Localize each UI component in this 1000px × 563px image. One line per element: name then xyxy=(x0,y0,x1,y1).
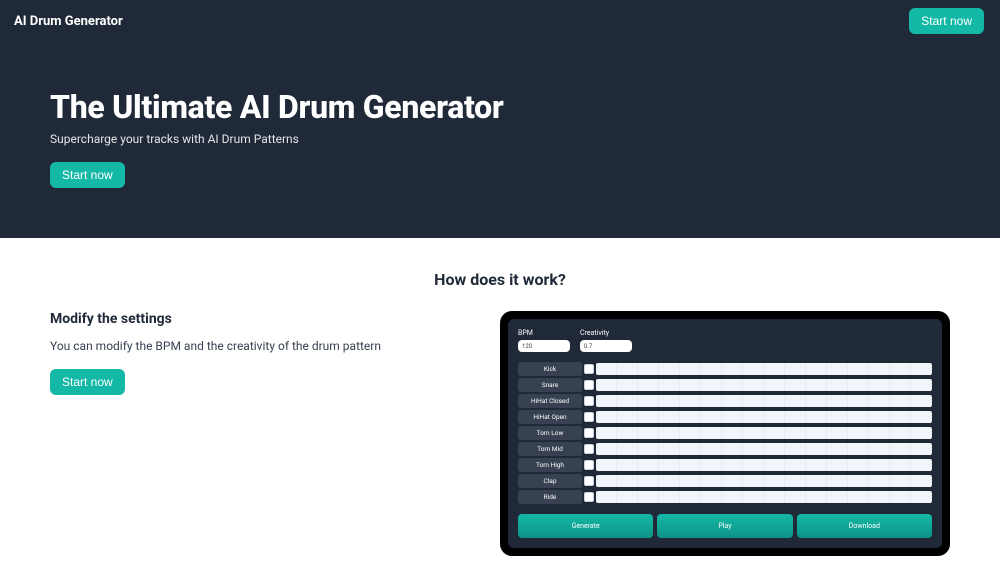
mock-grid xyxy=(584,362,932,504)
mock-bpm-input[interactable]: 120 xyxy=(518,340,570,352)
track-label[interactable]: Kick xyxy=(518,362,582,376)
brand-title: AI Drum Generator xyxy=(14,14,123,29)
track-checkbox[interactable] xyxy=(584,380,594,390)
grid-cells[interactable] xyxy=(596,395,932,407)
step-start-now-button[interactable]: Start now xyxy=(50,369,125,395)
app-screenshot-inner: BPM 120 Creativity 0.7 Kick Snare HiHat … xyxy=(508,319,942,548)
how-two-col: Modify the settings You can modify the B… xyxy=(50,311,950,556)
track-checkbox[interactable] xyxy=(584,492,594,502)
track-checkbox[interactable] xyxy=(584,444,594,454)
track-checkbox[interactable] xyxy=(584,428,594,438)
grid-row xyxy=(584,458,932,472)
grid-row xyxy=(584,362,932,376)
grid-cells[interactable] xyxy=(596,379,932,391)
hero-subtitle: Supercharge your tracks with AI Drum Pat… xyxy=(50,132,950,146)
mock-bpm-label: BPM xyxy=(518,329,570,337)
step-title: Modify the settings xyxy=(50,311,460,327)
track-label[interactable]: Tom High xyxy=(518,458,582,472)
grid-cells[interactable] xyxy=(596,427,932,439)
mock-download-button[interactable]: Download xyxy=(797,514,932,538)
track-label[interactable]: HiHat Closed xyxy=(518,394,582,408)
mock-creativity-input[interactable]: 0.7 xyxy=(580,340,632,352)
grid-row xyxy=(584,426,932,440)
grid-cells[interactable] xyxy=(596,411,932,423)
mock-generate-button[interactable]: Generate xyxy=(518,514,653,538)
grid-row xyxy=(584,442,932,456)
section-heading: How does it work? xyxy=(50,270,950,289)
how-it-works-section: How does it work? Modify the settings Yo… xyxy=(0,238,1000,556)
how-right: BPM 120 Creativity 0.7 Kick Snare HiHat … xyxy=(500,311,950,556)
mock-controls-row: BPM 120 Creativity 0.7 xyxy=(518,329,932,352)
grid-cells[interactable] xyxy=(596,491,932,503)
track-checkbox[interactable] xyxy=(584,476,594,486)
track-label[interactable]: Ride xyxy=(518,490,582,504)
grid-row xyxy=(584,410,932,424)
track-label[interactable]: Clap xyxy=(518,474,582,488)
track-label[interactable]: Tom Mid xyxy=(518,442,582,456)
step-description: You can modify the BPM and the creativit… xyxy=(50,339,460,353)
hero-title: The Ultimate AI Drum Generator xyxy=(50,88,950,126)
mock-creativity-control: Creativity 0.7 xyxy=(580,329,632,352)
mock-bpm-control: BPM 120 xyxy=(518,329,570,352)
grid-row xyxy=(584,474,932,488)
hero-content: The Ultimate AI Drum Generator Superchar… xyxy=(0,42,1000,224)
track-label[interactable]: Snare xyxy=(518,378,582,392)
track-checkbox[interactable] xyxy=(584,364,594,374)
topbar: AI Drum Generator Start now xyxy=(0,0,1000,42)
grid-cells[interactable] xyxy=(596,363,932,375)
hero-start-now-button[interactable]: Start now xyxy=(50,162,125,188)
mock-creativity-label: Creativity xyxy=(580,329,632,337)
grid-cells[interactable] xyxy=(596,475,932,487)
track-checkbox[interactable] xyxy=(584,460,594,470)
mock-track-labels: Kick Snare HiHat Closed HiHat Open Tom L… xyxy=(518,362,582,504)
mock-tracks: Kick Snare HiHat Closed HiHat Open Tom L… xyxy=(518,362,932,504)
mock-actions: Generate Play Download xyxy=(518,514,932,538)
track-label[interactable]: Tom Low xyxy=(518,426,582,440)
grid-cells[interactable] xyxy=(596,459,932,471)
grid-row xyxy=(584,378,932,392)
app-screenshot-frame: BPM 120 Creativity 0.7 Kick Snare HiHat … xyxy=(500,311,950,556)
grid-row xyxy=(584,394,932,408)
hero-section: AI Drum Generator Start now The Ultimate… xyxy=(0,0,1000,238)
mock-play-button[interactable]: Play xyxy=(657,514,792,538)
track-checkbox[interactable] xyxy=(584,412,594,422)
how-left: Modify the settings You can modify the B… xyxy=(50,311,460,395)
grid-cells[interactable] xyxy=(596,443,932,455)
track-checkbox[interactable] xyxy=(584,396,594,406)
track-label[interactable]: HiHat Open xyxy=(518,410,582,424)
nav-start-now-button[interactable]: Start now xyxy=(909,8,984,34)
grid-row xyxy=(584,490,932,504)
